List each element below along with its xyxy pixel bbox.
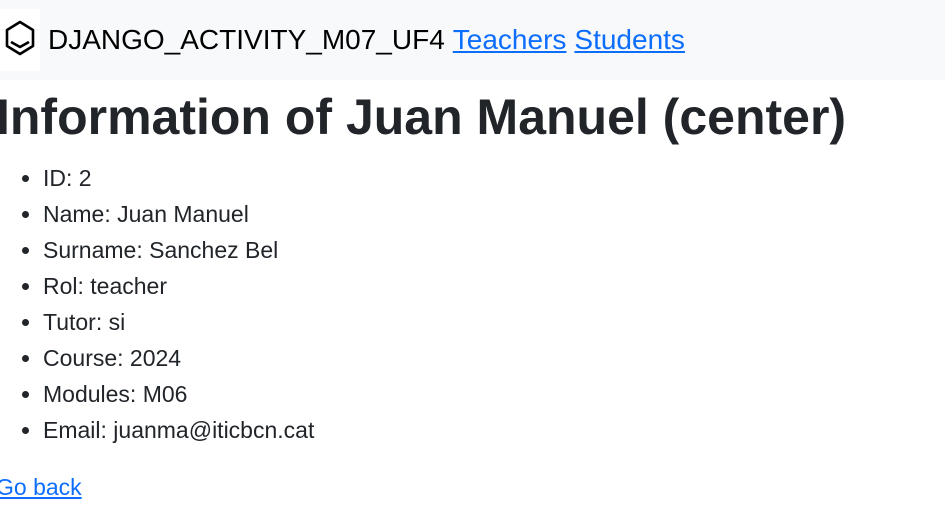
brand-title[interactable]: DJANGO_ACTIVITY_M07_UF4 (48, 24, 445, 56)
nav-link-teachers[interactable]: Teachers (453, 24, 567, 56)
detail-email: Email: juanma@iticbcn.cat (43, 412, 314, 448)
details-list: ID: 2 Name: Juan Manuel Surname: Sanchez… (0, 160, 314, 448)
detail-modules: Modules: M06 (43, 376, 314, 412)
detail-name: Name: Juan Manuel (43, 196, 314, 232)
detail-course: Course: 2024 (43, 340, 314, 376)
navbar: DJANGO_ACTIVITY_M07_UF4 Teachers Student… (0, 0, 945, 80)
detail-rol: Rol: teacher (43, 268, 314, 304)
page-title: Information of Juan Manuel (center) (0, 89, 847, 145)
detail-surname: Surname: Sanchez Bel (43, 232, 314, 268)
hexagon-logo-icon (5, 20, 35, 61)
detail-id: ID: 2 (43, 160, 314, 196)
detail-tutor: Tutor: si (43, 304, 314, 340)
nav-link-students[interactable]: Students (574, 24, 685, 56)
logo[interactable] (0, 9, 40, 71)
go-back-link[interactable]: Go back (0, 474, 82, 501)
